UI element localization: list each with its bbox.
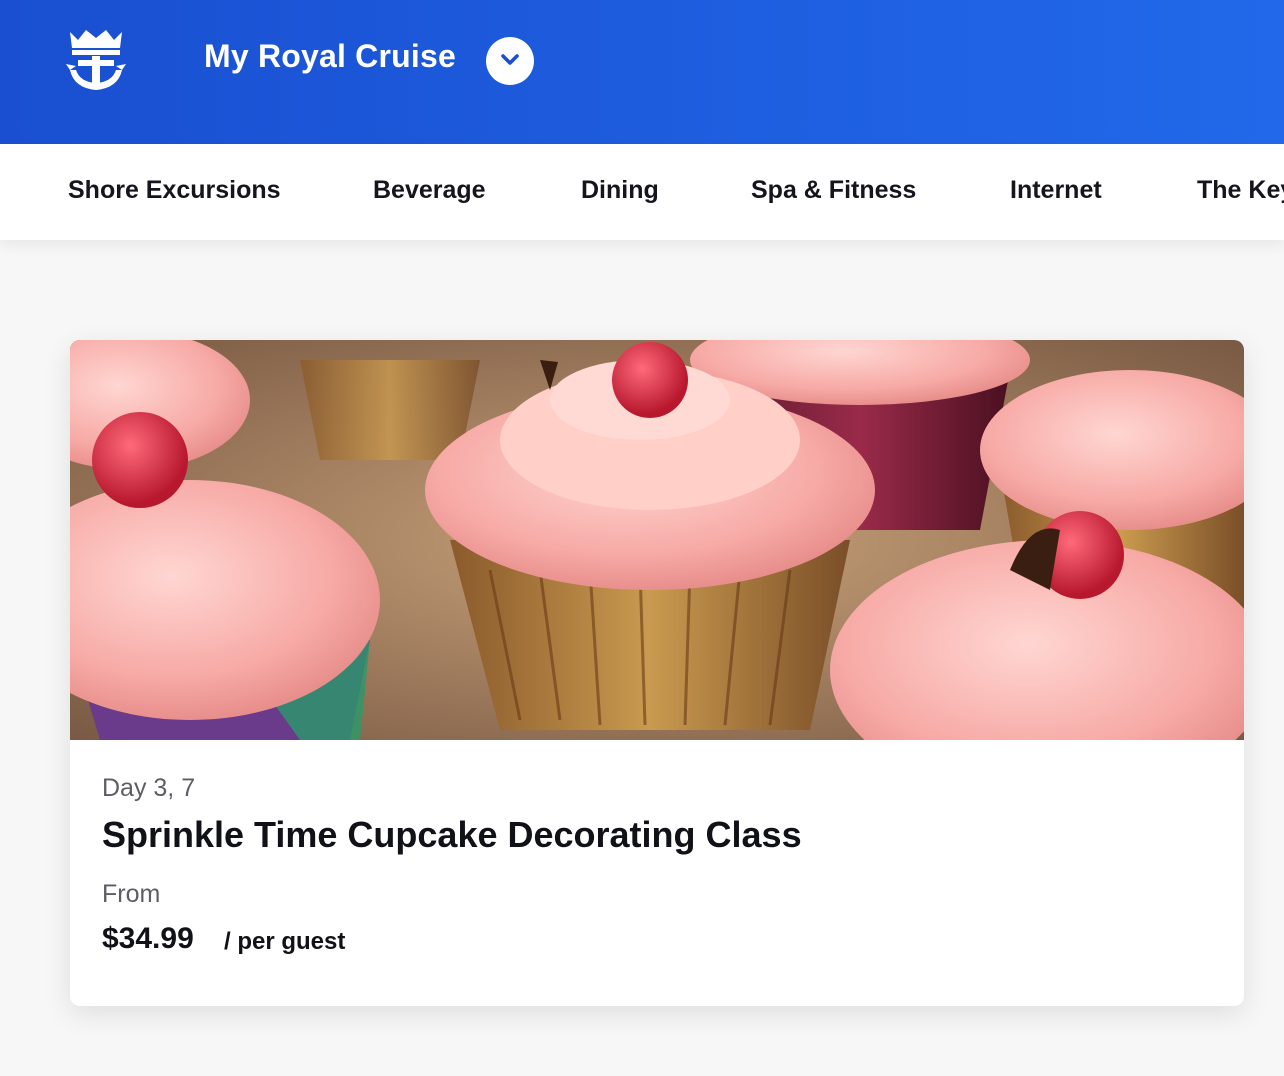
nav-item-beverage[interactable]: Beverage	[373, 176, 486, 205]
ship-dropdown-button[interactable]	[486, 37, 534, 85]
app-header: My Royal Cruise	[0, 0, 1284, 144]
nav-item-shore-excursions[interactable]: Shore Excursions	[68, 176, 281, 205]
chevron-down-icon	[499, 48, 521, 75]
brand-title[interactable]: My Royal Cruise	[204, 38, 456, 75]
nav-item-the-key[interactable]: The Key	[1197, 176, 1284, 205]
category-nav: Shore Excursions Beverage Dining Spa & F…	[0, 144, 1284, 240]
nav-item-dining[interactable]: Dining	[581, 176, 659, 205]
activity-days: Day 3, 7	[102, 774, 196, 802]
activity-price: $34.99	[102, 922, 194, 955]
activity-card[interactable]: Day 3, 7 Sprinkle Time Cupcake Decoratin…	[70, 340, 1244, 1006]
nav-item-internet[interactable]: Internet	[1010, 176, 1102, 205]
nav-item-spa-fitness[interactable]: Spa & Fitness	[751, 176, 916, 205]
activity-title[interactable]: Sprinkle Time Cupcake Decorating Class	[102, 814, 802, 856]
price-unit: / per guest	[224, 928, 346, 955]
activity-image[interactable]	[70, 340, 1244, 740]
price-from-label: From	[102, 880, 161, 908]
crown-anchor-logo-icon[interactable]	[66, 26, 126, 92]
